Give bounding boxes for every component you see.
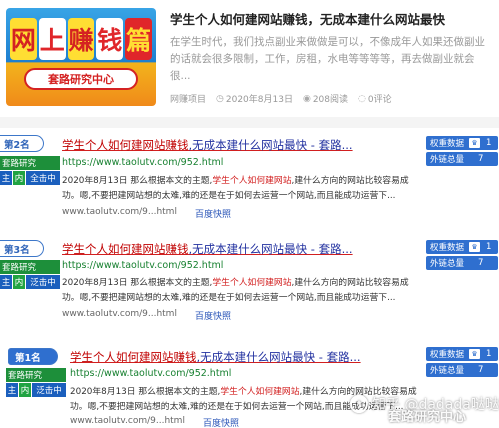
- search-result: 第2名 套路研究 主 内 全击中 学生个人如何建网站赚钱,无成本建什么网站最快 …: [0, 128, 499, 226]
- badge-inner: 内: [13, 171, 25, 185]
- title-highlight: 学生个人如何建网站赚钱: [62, 242, 189, 256]
- thumbnail-char: 篇: [125, 18, 152, 60]
- thumbnail-banner: 网 上 赚 钱 篇: [10, 18, 152, 60]
- badge-main: 主: [0, 275, 12, 289]
- weight-value: 1: [486, 349, 492, 359]
- watermark-brand: 套路研究中心: [388, 410, 467, 425]
- analysis-badge: 套路研究 主 内 全击中: [0, 156, 60, 185]
- snippet-text: 2020年8月13日 那么根据本文的主题,: [62, 176, 213, 186]
- snippet-text: 2020年8月13日 那么根据本文的主题,: [70, 387, 221, 397]
- article-card[interactable]: 网 上 赚 钱 篇 套路研究中心 学生个人如何建网站赚钱，无成本建什么网站最快 …: [0, 0, 499, 118]
- eye-icon: ◉: [302, 93, 311, 104]
- badge-inner: 内: [19, 383, 31, 397]
- snippet-text: 2020年8月13日 那么根据本文的主题,: [62, 278, 213, 288]
- badge-main: 主: [0, 171, 12, 185]
- badge-label: 套路研究: [6, 368, 66, 382]
- snapshot-link[interactable]: 百度快照: [195, 207, 231, 220]
- rank-icon: ♛: [469, 138, 481, 148]
- badge-inner: 内: [13, 275, 25, 289]
- rank-icon: ♛: [469, 349, 481, 359]
- footer-url[interactable]: www.taolutv.com/9...html: [62, 207, 177, 220]
- result-url[interactable]: https://www.taolutv.com/952.html: [70, 368, 231, 379]
- views-label: 208阅读: [312, 95, 349, 105]
- links-stat: 外链总量 7: [426, 363, 498, 377]
- watermark-logo-icon: ✦: [350, 395, 368, 413]
- article-comments[interactable]: ◌ 0评论: [358, 92, 392, 106]
- analysis-badge: 套路研究 主 内 泛击中: [0, 260, 60, 289]
- snippet-highlight: 学生个人如何建网站: [212, 176, 292, 186]
- article-meta: 网赚项目 ◷ 2020年8月13日 ◉ 208阅读 ◌ 0评论: [170, 92, 392, 106]
- result-title-link[interactable]: 学生个人如何建网站赚钱,无成本建什么网站最快 - 套路...: [70, 349, 361, 365]
- links-label: 外链总量: [430, 259, 465, 269]
- result-title-link[interactable]: 学生个人如何建网站赚钱,无成本建什么网站最快 - 套路...: [62, 137, 353, 153]
- article-category[interactable]: 网赚项目: [170, 92, 206, 105]
- title-highlight: 学生个人如何建网站赚钱: [62, 138, 189, 152]
- rank-tag: 第1名: [8, 348, 58, 365]
- links-value: 7: [478, 365, 484, 375]
- title-rest: ,无成本建什么网站最快 - 套路...: [188, 242, 353, 256]
- footer-url[interactable]: www.taolutv.com/9...html: [62, 309, 177, 322]
- weight-stat: 权重数据 ♛ 1: [426, 136, 498, 150]
- badge-label: 套路研究: [0, 156, 60, 170]
- links-label: 外链总量: [430, 366, 465, 376]
- badge-match: 泛击中: [32, 383, 66, 397]
- links-stat: 外链总量 7: [426, 152, 498, 166]
- weight-label: 权重数据: [430, 243, 465, 253]
- comments-label: 0评论: [367, 95, 392, 105]
- thumbnail-char: 钱: [96, 18, 124, 60]
- comment-icon: ◌: [358, 93, 366, 104]
- snapshot-link[interactable]: 百度快照: [203, 416, 239, 428]
- badge-flags: 主 内 全击中: [0, 171, 60, 185]
- snapshot-link[interactable]: 百度快照: [195, 309, 231, 322]
- result-footer: www.taolutv.com/9...html 百度快照: [62, 309, 231, 322]
- result-footer: www.taolutv.com/9...html 百度快照: [70, 416, 239, 428]
- search-result: 第3名 套路研究 主 内 泛击中 学生个人如何建网站赚钱,无成本建什么网站最快 …: [0, 233, 499, 331]
- weight-label: 权重数据: [430, 350, 465, 360]
- date-label: 2020年8月13日: [225, 95, 293, 105]
- title-rest: ,无成本建什么网站最快 - 套路...: [196, 350, 361, 364]
- rank-tag: 第2名: [0, 135, 44, 152]
- category-label: 网赚项目: [170, 95, 207, 105]
- badge-flags: 主 内 泛击中: [6, 383, 66, 397]
- thumbnail-caption: 套路研究中心: [24, 68, 138, 90]
- thumbnail-char: 上: [38, 18, 66, 60]
- result-url[interactable]: https://www.taolutv.com/952.html: [62, 260, 223, 271]
- rank-icon: ♛: [469, 242, 481, 252]
- article-date: ◷ 2020年8月13日: [216, 92, 293, 106]
- links-stat: 外链总量 7: [426, 256, 498, 270]
- badge-match: 全击中: [26, 171, 60, 185]
- result-title-link[interactable]: 学生个人如何建网站赚钱,无成本建什么网站最快 - 套路...: [62, 241, 353, 257]
- clock-icon: ◷: [216, 93, 224, 104]
- result-url[interactable]: https://www.taolutv.com/952.html: [62, 157, 223, 168]
- analysis-badge: 套路研究 主 内 泛击中: [6, 368, 66, 397]
- weight-stat: 权重数据 ♛ 1: [426, 240, 498, 254]
- article-views: ◉ 208阅读: [302, 92, 349, 106]
- result-snippet: 2020年8月13日 那么根据本文的主题,学生个人如何建网站,建什么方向的网站比…: [62, 276, 422, 306]
- badge-flags: 主 内 泛击中: [0, 275, 60, 289]
- article-description: 在学生时代，我们找点副业来做做是可以，不像成年人如果还做副业的话就会很多限制，工…: [170, 36, 485, 82]
- rank-tag: 第3名: [0, 240, 44, 257]
- article-title[interactable]: 学生个人如何建网站赚钱，无成本建什么网站最快: [170, 9, 495, 28]
- snippet-highlight: 学生个人如何建网站: [212, 278, 292, 288]
- article-thumbnail[interactable]: 网 上 赚 钱 篇 套路研究中心: [6, 8, 156, 106]
- thumbnail-char: 赚: [67, 18, 95, 60]
- thumbnail-char: 网: [10, 18, 37, 60]
- badge-label: 套路研究: [0, 260, 60, 274]
- title-rest: ,无成本建什么网站最快 - 套路...: [188, 138, 353, 152]
- weight-label: 权重数据: [430, 139, 465, 149]
- result-footer: www.taolutv.com/9...html 百度快照: [62, 207, 231, 220]
- footer-url[interactable]: www.taolutv.com/9...html: [70, 416, 185, 428]
- links-value: 7: [478, 154, 484, 164]
- links-value: 7: [478, 258, 484, 268]
- weight-stat: 权重数据 ♛ 1: [426, 347, 498, 361]
- result-snippet: 2020年8月13日 那么根据本文的主题,学生个人如何建网站,建什么方向的网站比…: [62, 174, 422, 204]
- badge-match: 泛击中: [26, 275, 60, 289]
- links-label: 外链总量: [430, 155, 465, 165]
- section-divider: [0, 117, 499, 128]
- weight-value: 1: [486, 138, 492, 148]
- snippet-highlight: 学生个人如何建网站: [220, 387, 300, 397]
- badge-main: 主: [6, 383, 18, 397]
- title-highlight: 学生个人如何建网站赚钱: [70, 350, 197, 364]
- weight-value: 1: [486, 242, 492, 252]
